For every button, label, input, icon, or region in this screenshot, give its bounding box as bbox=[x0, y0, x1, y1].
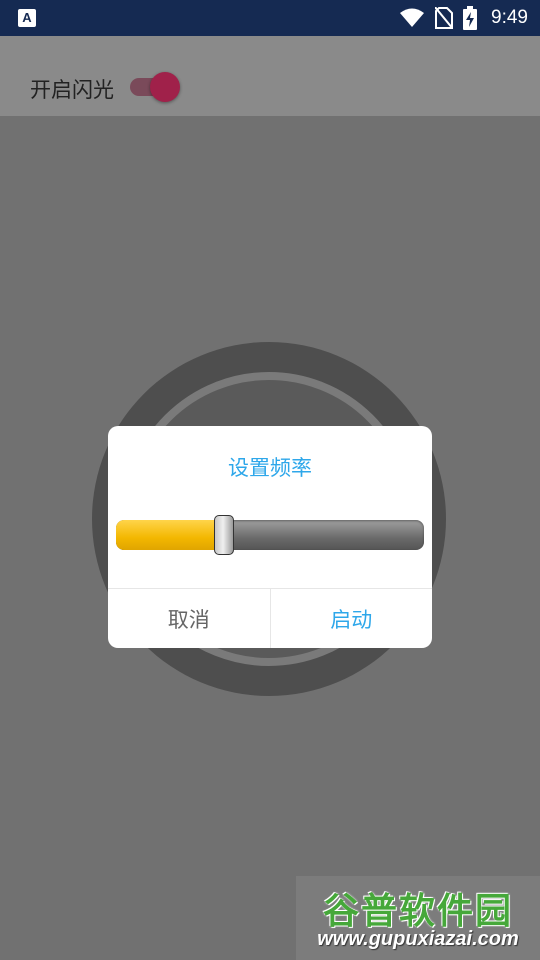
battery-charging-icon bbox=[463, 6, 478, 30]
frequency-slider[interactable] bbox=[116, 515, 424, 555]
clock: 9:49 bbox=[491, 7, 528, 28]
no-sim-icon bbox=[435, 7, 454, 29]
watermark-url: www.gupuxiazai.com bbox=[317, 928, 519, 950]
frequency-dialog: 设置频率 取消 启动 bbox=[108, 426, 432, 648]
watermark: 谷普软件园 www.gupuxiazai.com bbox=[296, 876, 540, 960]
wifi-icon bbox=[400, 8, 425, 27]
status-icons: 9:49 bbox=[399, 0, 528, 36]
app-notification-icon: A bbox=[18, 9, 36, 27]
frequency-slider-handle[interactable] bbox=[214, 515, 234, 555]
dialog-buttons: 取消 启动 bbox=[108, 588, 432, 648]
start-button[interactable]: 启动 bbox=[271, 589, 433, 648]
cancel-button[interactable]: 取消 bbox=[108, 589, 271, 648]
flash-switch-thumb[interactable] bbox=[150, 72, 180, 102]
status-bar: A 9:49 bbox=[0, 0, 540, 36]
frequency-slider-fill bbox=[116, 520, 224, 550]
dialog-title: 设置频率 bbox=[228, 456, 312, 480]
flash-toggle-label: 开启闪光 bbox=[30, 78, 114, 102]
watermark-logo: 谷普软件园 bbox=[322, 891, 513, 932]
